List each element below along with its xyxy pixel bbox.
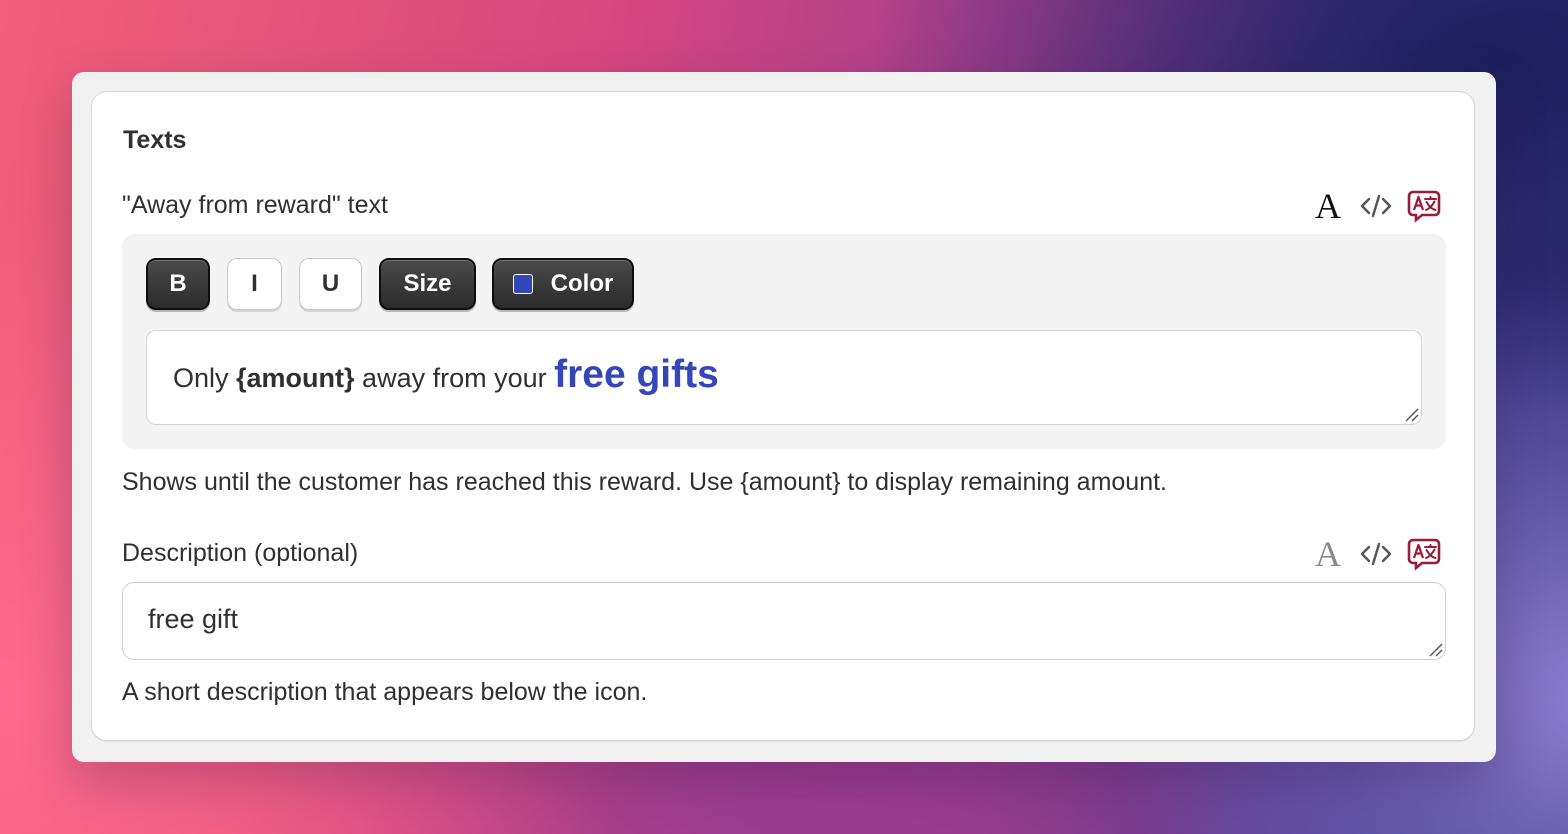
away-text-content: Only {amount} away from your free gifts [173, 353, 719, 397]
code-icon[interactable] [1358, 188, 1394, 224]
code-icon[interactable] [1358, 536, 1394, 572]
typography-icon[interactable]: A [1310, 188, 1346, 224]
description-value: free gift [148, 604, 239, 634]
italic-button[interactable]: I [227, 258, 282, 310]
outer-frame: Texts "Away from reward" text A B I U Si… [72, 72, 1496, 762]
underline-button[interactable]: U [299, 258, 362, 310]
translate-icon[interactable] [1406, 536, 1442, 572]
description-help: A short description that appears below t… [122, 678, 648, 706]
color-button-label: Color [550, 270, 614, 297]
away-text-help: Shows until the customer has reached thi… [122, 468, 1167, 496]
description-actions: A [1310, 536, 1442, 572]
typography-icon[interactable]: A [1310, 536, 1346, 572]
content-highlight: free gifts [554, 353, 719, 396]
description-label: Description (optional) [122, 539, 359, 567]
bold-button[interactable]: B [146, 258, 210, 310]
translate-icon[interactable] [1406, 188, 1442, 224]
content-bold-placeholder: {amount} [236, 363, 355, 393]
section-title: Texts [123, 126, 187, 154]
description-input[interactable]: free gift [122, 582, 1446, 660]
content-text-2: away from your [354, 363, 555, 393]
rich-text-editor: B I U Size Color Only {amount} away from… [122, 234, 1446, 449]
away-text-input[interactable]: Only {amount} away from your free gifts [146, 330, 1422, 425]
color-swatch [512, 274, 533, 294]
content-text-1: Only [173, 363, 237, 393]
size-button[interactable]: Size [379, 258, 476, 310]
away-text-label: "Away from reward" text [122, 191, 388, 219]
texts-card: Texts "Away from reward" text A B I U Si… [91, 91, 1475, 741]
resize-handle-icon[interactable] [1403, 406, 1419, 422]
resize-handle-icon[interactable] [1427, 641, 1443, 657]
away-text-actions: A [1310, 188, 1442, 224]
color-button[interactable]: Color [492, 258, 634, 310]
